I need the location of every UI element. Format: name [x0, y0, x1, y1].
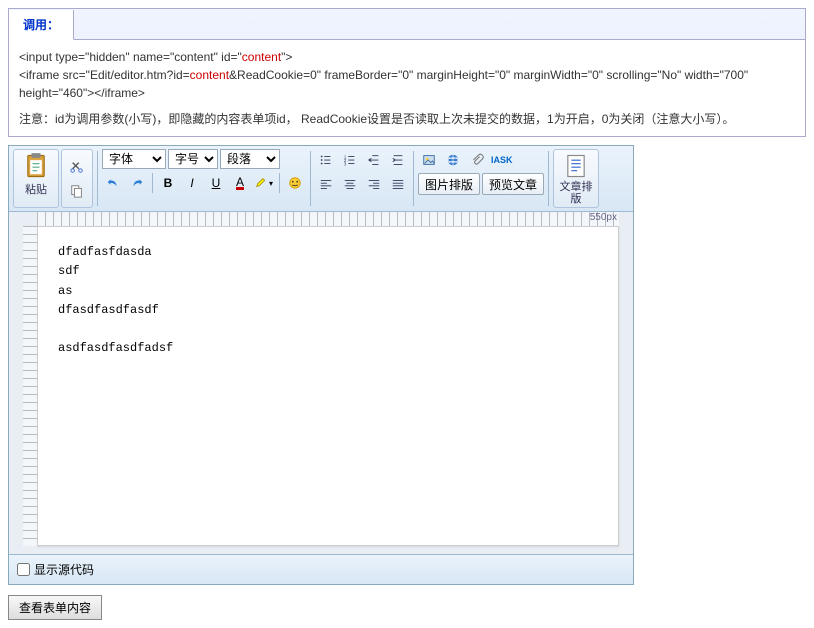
show-source-checkbox[interactable] [17, 563, 30, 576]
size-select[interactable]: 字号 [168, 149, 218, 169]
show-source-label[interactable]: 显示源代码 [17, 561, 625, 578]
article-layout-label: 文章排版 [558, 181, 594, 205]
document-icon [562, 152, 590, 180]
editor: 粘贴 字体 字号 段落 B I U A ▾ [8, 145, 634, 585]
code-text: "> [281, 50, 292, 64]
bold-button[interactable]: B [157, 172, 179, 194]
indent-icon [391, 153, 405, 167]
paste-button[interactable]: 粘贴 [18, 152, 54, 197]
code-keyword: content [190, 68, 229, 82]
indent-button[interactable] [387, 149, 409, 171]
article-layout-button[interactable]: 文章排版 [558, 152, 594, 205]
width-indicator: 550px [590, 212, 617, 223]
code-line-1: <input type="hidden" name="content" id="… [19, 48, 795, 66]
smiley-icon [288, 176, 302, 190]
link-button[interactable] [442, 149, 464, 171]
align-group: 123 [315, 149, 409, 208]
usage-note: 注意：id为调用参数(小写)，即隐藏的内容表单项id， ReadCookie设置… [19, 110, 795, 128]
horizontal-ruler [37, 212, 619, 226]
toolbar: 粘贴 字体 字号 段落 B I U A ▾ [9, 146, 633, 212]
bottom-actions: 查看表单内容 [8, 595, 806, 620]
clipboard-group [61, 149, 93, 208]
paste-group: 粘贴 [13, 149, 59, 208]
preview-button[interactable]: 预览文章 [482, 173, 544, 195]
separator [548, 151, 549, 206]
highlight-button[interactable]: ▾ [253, 172, 275, 194]
redo-button[interactable] [126, 172, 148, 194]
separator [310, 151, 311, 206]
separator [413, 151, 414, 206]
link-icon [446, 153, 460, 167]
code-keyword: content [242, 50, 281, 64]
list-ul-button[interactable] [315, 149, 337, 171]
tab-usage[interactable]: 调用： [9, 10, 74, 40]
usage-content: <input type="hidden" name="content" id="… [9, 39, 805, 136]
redo-icon [130, 176, 144, 190]
align-right-button[interactable] [363, 173, 385, 195]
undo-icon [106, 176, 120, 190]
list-ol-button[interactable]: 123 [339, 149, 361, 171]
usage-panel: 调用： <input type="hidden" name="content" … [8, 8, 806, 137]
separator [279, 173, 280, 193]
font-color-button[interactable]: A [229, 172, 251, 194]
show-source-text: 显示源代码 [34, 561, 94, 578]
undo-button[interactable] [102, 172, 124, 194]
code-line-2: <iframe src="Edit/editor.htm?id=content&… [19, 66, 795, 102]
code-text: <input type="hidden" name="content" id=" [19, 50, 242, 64]
view-form-button[interactable]: 查看表单内容 [8, 595, 102, 620]
align-left-button[interactable] [315, 173, 337, 195]
paste-label: 粘贴 [25, 181, 47, 197]
attach-button[interactable] [466, 149, 488, 171]
paragraph-select[interactable]: 段落 [220, 149, 280, 169]
underline-button[interactable]: U [205, 172, 227, 194]
outdent-icon [367, 153, 381, 167]
scissors-icon [70, 160, 84, 174]
insert-group: IASK 图片排版 预览文章 [418, 149, 544, 208]
align-center-icon [343, 177, 357, 191]
svg-text:3: 3 [344, 161, 347, 166]
clipboard-icon [22, 152, 50, 180]
paperclip-icon [470, 153, 484, 167]
cut-button[interactable] [66, 156, 88, 178]
italic-button[interactable]: I [181, 172, 203, 194]
separator [152, 173, 153, 193]
editor-canvas-area: 550px dfadfasfdasda sdf as dfasdfasdfasd… [9, 212, 633, 554]
align-center-button[interactable] [339, 173, 361, 195]
code-text: <iframe src="Edit/editor.htm?id= [19, 68, 190, 82]
align-left-icon [319, 177, 333, 191]
editor-content[interactable]: dfadfasfdasda sdf as dfasdfasdfasdf asdf… [37, 226, 619, 546]
emoji-button[interactable] [284, 172, 306, 194]
editor-footer: 显示源代码 [9, 554, 633, 584]
image-layout-button[interactable]: 图片排版 [418, 173, 480, 195]
align-justify-icon [391, 177, 405, 191]
list-ul-icon [319, 153, 333, 167]
outdent-button[interactable] [363, 149, 385, 171]
highlight-icon [255, 176, 269, 190]
copy-icon [70, 184, 84, 198]
image-icon [422, 153, 436, 167]
copy-button[interactable] [66, 180, 88, 202]
vertical-ruler [23, 226, 37, 546]
iask-button[interactable]: IASK [490, 149, 514, 171]
font-select[interactable]: 字体 [102, 149, 166, 169]
article-layout-group: 文章排版 [553, 149, 599, 208]
list-ol-icon: 123 [343, 153, 357, 167]
align-justify-button[interactable] [387, 173, 409, 195]
format-group: 字体 字号 段落 B I U A ▾ [102, 149, 306, 208]
separator [97, 151, 98, 206]
image-button[interactable] [418, 149, 440, 171]
align-right-icon [367, 177, 381, 191]
tab-header: 调用： [9, 9, 805, 39]
